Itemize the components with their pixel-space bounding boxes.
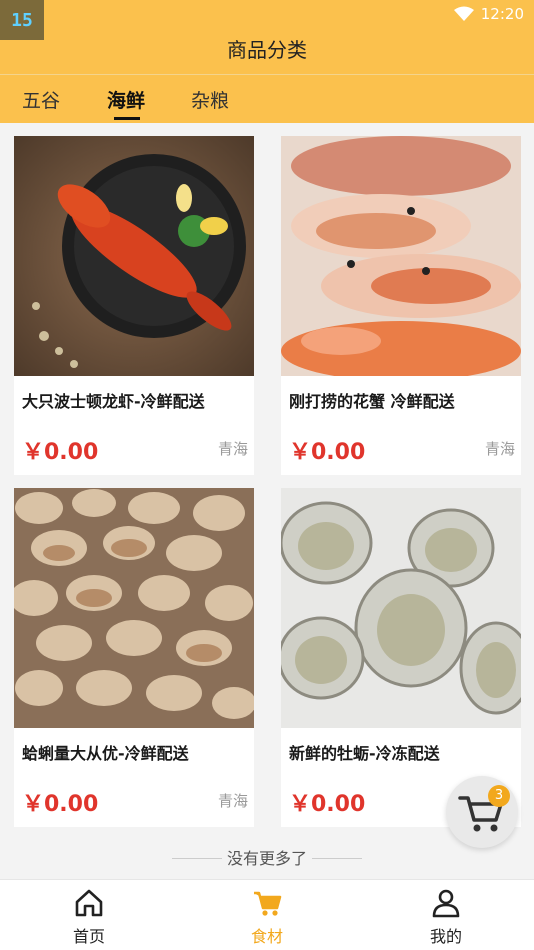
cart-icon	[458, 796, 503, 832]
active-tab-indicator	[114, 117, 140, 120]
nav-home-label: 首页	[72, 927, 105, 946]
nav-profile-label: 我的	[429, 927, 462, 946]
product-image-lobster	[14, 136, 254, 376]
end-line-left	[172, 858, 222, 859]
product-name: 大只波士顿龙虾-冷鲜配送	[22, 392, 205, 411]
product-location: 青海	[484, 440, 515, 458]
product-image-clams	[14, 488, 254, 728]
product-price: ￥0.00	[289, 440, 366, 465]
nav-profile[interactable]: 我的	[396, 880, 496, 950]
product-card-clams[interactable]: 蛤蜊量大从优-冷鲜配送 ￥0.00 青海	[14, 488, 254, 827]
product-card-lobster[interactable]: 大只波士顿龙虾-冷鲜配送 ￥0.00 青海	[14, 136, 254, 475]
page-title: 商品分类	[227, 38, 307, 62]
tab-seafood[interactable]: 海鲜	[107, 86, 145, 113]
wifi-icon	[454, 6, 474, 21]
bottom-navigation: 首页 食材 我的	[0, 879, 534, 950]
user-icon	[432, 889, 460, 918]
product-price: ￥0.00	[22, 440, 99, 465]
product-location: 青海	[217, 792, 248, 810]
header-divider	[0, 74, 534, 75]
product-price: ￥0.00	[22, 792, 99, 817]
product-image-oysters	[281, 488, 521, 728]
category-tabs: 五谷 海鲜 杂粮	[0, 76, 534, 122]
product-price: ￥0.00	[289, 792, 366, 817]
tab-coarse-grains[interactable]: 杂粮	[191, 86, 229, 113]
tab-grains[interactable]: 五谷	[22, 86, 60, 113]
product-name: 蛤蜊量大从优-冷鲜配送	[22, 744, 189, 763]
header-bar: 15 12:20 商品分类 五谷 海鲜 杂粮	[0, 0, 534, 123]
status-bar: 15 12:20	[0, 0, 534, 40]
nav-ingredients[interactable]: 食材	[217, 880, 317, 950]
product-location: 青海	[217, 440, 248, 458]
floating-cart-button[interactable]	[446, 776, 518, 848]
status-time: 12:20	[480, 5, 524, 23]
product-name: 新鲜的牡蛎-冷冻配送	[289, 744, 440, 763]
nav-home[interactable]: 首页	[39, 880, 139, 950]
home-icon	[75, 889, 103, 917]
end-of-list: 没有更多了	[0, 845, 534, 871]
end-line-right	[312, 858, 362, 859]
product-image-crab	[281, 136, 521, 376]
cart-icon	[254, 891, 282, 916]
end-of-list-text: 没有更多了	[226, 849, 307, 868]
product-name: 刚打捞的花蟹 冷鲜配送	[289, 392, 455, 411]
nav-ingredients-label: 食材	[250, 927, 283, 946]
product-card-crab[interactable]: 刚打捞的花蟹 冷鲜配送 ￥0.00 青海	[281, 136, 521, 475]
cart-count-badge: 3	[488, 785, 510, 807]
